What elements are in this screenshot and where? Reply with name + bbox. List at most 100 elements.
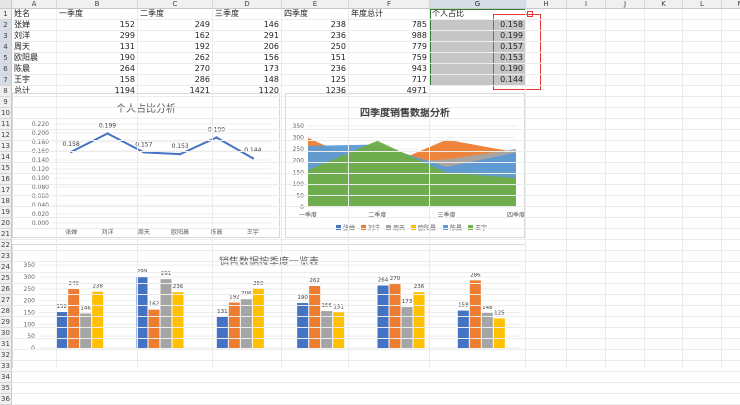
row-header-30[interactable]: 30 [0, 328, 12, 339]
row-header-14[interactable]: 14 [0, 152, 12, 163]
column-header-I[interactable]: I [567, 0, 606, 9]
row-header-27[interactable]: 27 [0, 295, 12, 306]
gridline [12, 140, 740, 141]
data-point [178, 152, 182, 156]
column-header-A[interactable]: A [12, 0, 57, 9]
row-header-26[interactable]: 26 [0, 284, 12, 295]
bar-四季度-王宇 [493, 318, 505, 348]
gridline [12, 30, 740, 31]
row-header-36[interactable]: 36 [0, 394, 12, 405]
gridline [12, 173, 740, 174]
gridline [12, 206, 740, 207]
bar-三季度-周天 [240, 299, 252, 348]
bar-三季度-张婵 [80, 313, 92, 348]
data-point [215, 136, 218, 139]
row-header-29[interactable]: 29 [0, 317, 12, 328]
gridline [12, 349, 740, 350]
bar-chart-plot: 0501001502002503003501522491462382991622… [24, 262, 521, 352]
gridline [12, 63, 740, 64]
bar-四季度-欧阳晨 [333, 312, 345, 348]
bar-四季度-刘洋 [172, 292, 184, 348]
row-header-32[interactable]: 32 [0, 350, 12, 361]
column-header-K[interactable]: K [645, 0, 683, 9]
gridline [12, 228, 740, 229]
data-label: 249 [68, 281, 79, 287]
row-header-6[interactable]: 6 [0, 64, 12, 75]
select-all-corner[interactable] [0, 0, 12, 9]
bar-一季度-欧阳晨 [297, 303, 309, 348]
row-header-3[interactable]: 3 [0, 31, 12, 42]
row-header-8[interactable]: 8 [0, 86, 12, 97]
x-tick-label: 欧阳晨 [171, 228, 189, 236]
gridline [12, 250, 740, 251]
row-header-13[interactable]: 13 [0, 141, 12, 152]
gridline [12, 239, 740, 240]
row-header-16[interactable]: 16 [0, 174, 12, 185]
area-chart-plot: 050100150200250300350一季度二季度三季度四季度张婵刘洋周天欧… [293, 123, 524, 232]
row-header-35[interactable]: 35 [0, 383, 12, 394]
row-header-18[interactable]: 18 [0, 196, 12, 207]
row-header-22[interactable]: 22 [0, 240, 12, 251]
y-tick-label: 0.000 [32, 220, 49, 227]
y-tick-label: 50 [27, 333, 35, 340]
gridline [12, 283, 740, 284]
data-label: 192 [229, 295, 240, 301]
row-header-5[interactable]: 5 [0, 53, 12, 64]
column-header-E[interactable]: E [282, 0, 349, 9]
row-header-9[interactable]: 9 [0, 97, 12, 108]
y-tick-label: 0.080 [32, 184, 49, 191]
column-header-D[interactable]: D [213, 0, 282, 9]
bar-四季度-张婵 [92, 291, 104, 348]
row-header-33[interactable]: 33 [0, 361, 12, 372]
column-header-H[interactable]: H [526, 0, 567, 9]
gridline [12, 184, 740, 185]
row-header-34[interactable]: 34 [0, 372, 12, 383]
row-header-10[interactable]: 10 [0, 108, 12, 119]
column-header-L[interactable]: L [683, 0, 722, 9]
row-header-7[interactable]: 7 [0, 75, 12, 86]
data-label: 238 [92, 284, 103, 290]
bar-四季度-周天 [252, 288, 264, 348]
gridline [12, 272, 740, 273]
row-header-24[interactable]: 24 [0, 262, 12, 273]
row-header-12[interactable]: 12 [0, 130, 12, 141]
column-header-C[interactable]: C [138, 0, 213, 9]
row-header-28[interactable]: 28 [0, 306, 12, 317]
x-tick-label: 王宇 [247, 228, 259, 236]
gridline [12, 261, 740, 262]
column-header-J[interactable]: J [606, 0, 645, 9]
column-header-M[interactable]: M [722, 0, 740, 9]
y-tick-label: 350 [24, 262, 36, 269]
y-tick-label: 250 [24, 286, 36, 293]
gridline [12, 96, 740, 97]
row-header-17[interactable]: 17 [0, 185, 12, 196]
row-header-23[interactable]: 23 [0, 251, 12, 262]
row-header-4[interactable]: 4 [0, 42, 12, 53]
row-header-25[interactable]: 25 [0, 273, 12, 284]
row-header-1[interactable]: 1 [0, 9, 12, 20]
row-header-2[interactable]: 2 [0, 20, 12, 31]
x-tick-label: 张婵 [65, 228, 77, 236]
y-tick-label: 0.120 [32, 166, 49, 173]
y-tick-label: 0.100 [32, 175, 49, 182]
column-header-F[interactable]: F [349, 0, 430, 9]
data-label: 286 [470, 272, 481, 278]
row-header-19[interactable]: 19 [0, 207, 12, 218]
gridline [12, 162, 740, 163]
data-point [106, 132, 109, 135]
row-header-31[interactable]: 31 [0, 339, 12, 350]
data-label: 0.158 [63, 141, 80, 148]
row-header-15[interactable]: 15 [0, 163, 12, 174]
y-tick-label: 300 [24, 274, 36, 281]
gridline [12, 52, 740, 53]
row-header-20[interactable]: 20 [0, 218, 12, 229]
row-header-21[interactable]: 21 [0, 229, 12, 240]
gridline [12, 151, 740, 152]
column-header-B[interactable]: B [57, 0, 138, 9]
row-header-11[interactable]: 11 [0, 119, 12, 130]
gridline [12, 382, 740, 383]
data-label: 131 [217, 309, 228, 315]
column-header-G[interactable]: G [430, 0, 526, 9]
data-point [251, 157, 255, 160]
data-label: 146 [80, 305, 91, 311]
